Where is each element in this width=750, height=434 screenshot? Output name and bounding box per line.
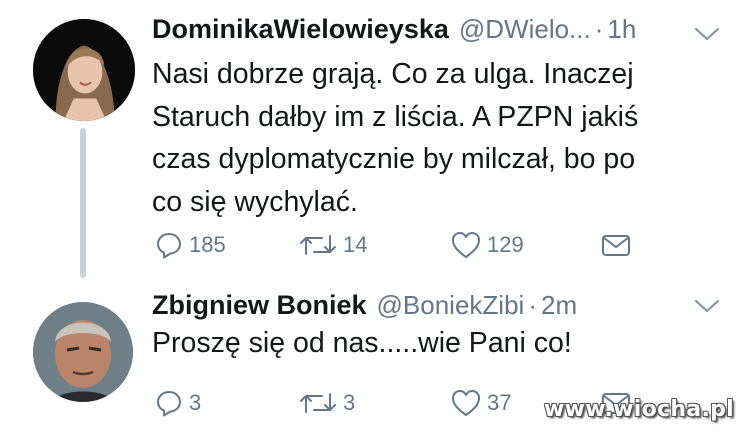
chevron-down-icon[interactable] [694, 298, 720, 314]
reply-count: 185 [189, 232, 226, 257]
author-handle[interactable]: @DWielo... [459, 14, 591, 45]
tweet-header: Zbigniew Boniek @BoniekZibi · 2m [152, 290, 577, 321]
reply-button[interactable]: 3 [154, 386, 201, 420]
watermark: www.wiocha.pl [544, 397, 734, 422]
tweet-text: Nasi dobrze grają. Co za ulga. Inaczej S… [152, 58, 639, 218]
retweet-icon [300, 393, 336, 413]
separator-dot: · [594, 14, 604, 44]
like-count: 37 [487, 390, 512, 415]
like-button[interactable]: 37 [450, 386, 511, 420]
retweet-button[interactable]: 14 [298, 228, 367, 262]
separator-dot: · [528, 290, 537, 320]
reply-icon [157, 391, 181, 417]
tweet-text: Proszę się od nas.....wie Pani co! [152, 327, 572, 359]
tweet-header: DominikaWielowieyska @DWielo... · 1h [152, 14, 636, 45]
avatar-man-image [33, 302, 133, 402]
retweet-count: 14 [343, 232, 368, 257]
tweet-actions: 185 14 129 [152, 228, 652, 262]
retweet-icon [300, 235, 336, 255]
author-name[interactable]: Zbigniew Boniek [152, 290, 367, 321]
tweet-time[interactable]: 2m [541, 290, 577, 321]
tweet-dominika[interactable]: DominikaWielowieyska @DWielo... · 1h Nas… [0, 0, 750, 290]
author-handle[interactable]: @BoniekZibi [377, 290, 525, 321]
tweet-time[interactable]: 1h [607, 14, 636, 45]
reply-count: 3 [189, 390, 202, 415]
avatar[interactable] [33, 302, 133, 402]
like-button[interactable]: 129 [450, 228, 524, 262]
author-name[interactable]: DominikaWielowieyska [152, 14, 449, 45]
retweet-button[interactable]: 3 [298, 386, 355, 420]
chevron-down-icon[interactable] [694, 26, 720, 42]
like-icon [452, 232, 480, 258]
avatar[interactable] [33, 19, 135, 121]
thread-connector-line [80, 128, 86, 278]
like-icon [452, 390, 480, 416]
reply-icon [157, 233, 181, 259]
like-count: 129 [487, 232, 524, 257]
direct-message-button[interactable] [600, 228, 632, 262]
direct-message-icon [602, 235, 630, 256]
avatar-woman-image [33, 19, 135, 121]
reply-button[interactable]: 185 [154, 228, 226, 262]
retweet-count: 3 [343, 390, 356, 415]
